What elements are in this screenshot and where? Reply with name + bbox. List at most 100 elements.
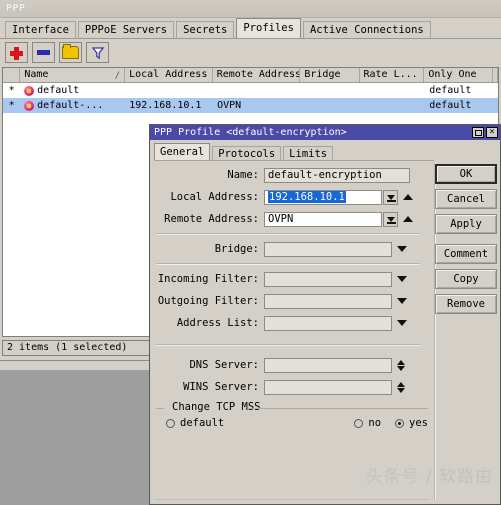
copy-button[interactable]: Copy xyxy=(435,269,497,289)
incoming-filter-field[interactable] xyxy=(264,271,392,287)
local-address-up-arrow-icon[interactable] xyxy=(403,194,413,200)
chevron-down-icon xyxy=(386,216,395,222)
ppp-window-titlebar: PPP xyxy=(0,0,501,18)
dialog-button-column: OK Cancel Apply Comment Copy Remove xyxy=(435,164,497,319)
profile-lock-icon xyxy=(24,100,35,111)
comment-button[interactable]: Comment xyxy=(435,244,497,264)
radio-default-label[interactable]: default xyxy=(180,417,224,429)
column-header-rate-limit[interactable]: Rate L... xyxy=(360,68,425,82)
dialog-tab-protocols[interactable]: Protocols xyxy=(212,146,282,161)
local-address-selected-text: 192.168.10.1 xyxy=(268,190,346,203)
tab-secrets[interactable]: Secrets xyxy=(176,21,235,38)
row-spacer xyxy=(494,98,498,113)
form-separator xyxy=(156,233,420,235)
field-row-name: Name: default-encryption xyxy=(150,164,430,186)
table-row[interactable]: * default-... 192.168.10.1 OVPN default xyxy=(3,98,498,113)
remove-button[interactable]: Remove xyxy=(435,294,497,314)
field-row-local-address: Local Address: 192.168.10.1 xyxy=(150,186,430,208)
dialog-title: PPP Profile <default-encryption> xyxy=(154,127,347,138)
dialog-body: General Protocols Limits Name: default-e… xyxy=(150,140,501,505)
change-tcp-mss-legend-label: Change TCP MSS xyxy=(170,401,263,413)
tab-pppoe-servers[interactable]: PPPoE Servers xyxy=(77,21,175,38)
dns-server-label: DNS Server: xyxy=(189,359,259,371)
dialog-tab-underline xyxy=(154,160,434,161)
column-header-local-address[interactable]: Local Address xyxy=(125,68,213,82)
remote-address-up-arrow-icon[interactable] xyxy=(403,216,413,222)
field-row-dns-server: DNS Server: xyxy=(150,354,430,376)
address-list-chevron-down-icon[interactable] xyxy=(397,320,407,326)
local-address-field[interactable]: 192.168.10.1 xyxy=(264,189,382,205)
dialog-tab-general[interactable]: General xyxy=(154,143,211,161)
column-header-name[interactable]: Name / xyxy=(20,68,126,82)
address-list-field[interactable] xyxy=(264,315,392,331)
row-bridge xyxy=(301,83,360,98)
outgoing-filter-field[interactable] xyxy=(264,293,392,309)
incoming-filter-label: Incoming Filter: xyxy=(157,273,259,285)
add-button[interactable] xyxy=(5,42,28,63)
apply-button[interactable]: Apply xyxy=(435,214,497,234)
row-bridge xyxy=(301,98,360,113)
field-row-outgoing-filter: Outgoing Filter: xyxy=(150,290,430,312)
outgoing-filter-chevron-down-icon[interactable] xyxy=(397,298,407,304)
form-separator xyxy=(156,263,420,265)
radio-no-icon[interactable] xyxy=(354,418,364,428)
cancel-button[interactable]: Cancel xyxy=(435,189,497,209)
chevron-down-icon xyxy=(386,194,395,200)
row-rate-limit xyxy=(360,83,425,98)
dialog-tab-strip: General Protocols Limits xyxy=(154,143,335,161)
row-flag: * xyxy=(8,85,15,96)
dialog-form: Name: default-encryption Local Address: … xyxy=(150,164,430,429)
bridge-chevron-down-icon[interactable] xyxy=(397,246,407,252)
remote-address-field[interactable]: OVPN xyxy=(264,211,382,227)
incoming-filter-chevron-down-icon[interactable] xyxy=(397,276,407,282)
table-row[interactable]: * default default xyxy=(3,83,498,98)
bridge-field[interactable] xyxy=(264,241,392,257)
ppp-profile-dialog: PPP Profile <default-encryption> × Gener… xyxy=(149,124,501,505)
form-separator xyxy=(156,344,420,346)
change-tcp-mss-legend: Change TCP MSS xyxy=(156,401,428,414)
radio-yes-icon[interactable] xyxy=(395,418,405,428)
name-label: Name: xyxy=(227,169,259,181)
column-header-remote-address[interactable]: Remote Address xyxy=(213,68,301,82)
tab-active-connections[interactable]: Active Connections xyxy=(302,21,431,38)
dialog-titlebar[interactable]: PPP Profile <default-encryption> × xyxy=(150,125,500,140)
remote-address-dropdown-button[interactable] xyxy=(383,211,398,227)
tab-profiles[interactable]: Profiles xyxy=(236,18,301,38)
radio-no-label[interactable]: no xyxy=(368,417,381,429)
remove-button[interactable] xyxy=(32,42,55,63)
row-name: default xyxy=(20,83,125,98)
row-name-label: default xyxy=(37,85,80,96)
row-local-address xyxy=(125,83,213,98)
ppp-window-title: PPP xyxy=(6,3,26,14)
bridge-label: Bridge: xyxy=(214,243,259,255)
local-address-dropdown-button[interactable] xyxy=(383,189,398,205)
column-header-bridge[interactable]: Bridge xyxy=(300,68,360,82)
dns-server-field[interactable] xyxy=(264,357,392,373)
name-field[interactable]: default-encryption xyxy=(264,167,410,183)
dialog-bottom-separator xyxy=(154,499,429,500)
ok-button[interactable]: OK xyxy=(435,164,497,184)
dialog-tab-limits[interactable]: Limits xyxy=(283,146,334,161)
dns-server-spinner[interactable] xyxy=(397,359,405,371)
row-only-one: default xyxy=(429,100,472,111)
address-list-label: Address List: xyxy=(176,317,259,329)
field-row-remote-address: Remote Address: OVPN xyxy=(150,208,430,230)
column-header-name-label: Name xyxy=(24,69,49,80)
enable-button[interactable] xyxy=(59,42,82,63)
tab-interface[interactable]: Interface xyxy=(5,21,76,38)
ppp-tab-strip: Interface PPPoE Servers Secrets Profiles… xyxy=(0,18,501,39)
wins-server-spinner[interactable] xyxy=(397,381,405,393)
column-header-only-one[interactable]: Only One xyxy=(424,68,493,82)
filter-button[interactable] xyxy=(86,42,109,63)
ppp-toolbar xyxy=(0,39,501,66)
radio-yes-label[interactable]: yes xyxy=(409,417,428,429)
close-icon[interactable]: × xyxy=(486,127,498,138)
change-tcp-mss-group: Change TCP MSS default no yes xyxy=(156,401,428,432)
field-row-address-list: Address List: xyxy=(150,312,430,334)
wins-server-field[interactable] xyxy=(264,379,392,395)
maximize-icon[interactable] xyxy=(472,127,484,138)
radio-default-icon[interactable] xyxy=(166,418,175,428)
column-header-flags[interactable] xyxy=(3,68,21,82)
row-spacer xyxy=(494,83,498,98)
row-local-address: 192.168.10.1 xyxy=(129,100,202,111)
